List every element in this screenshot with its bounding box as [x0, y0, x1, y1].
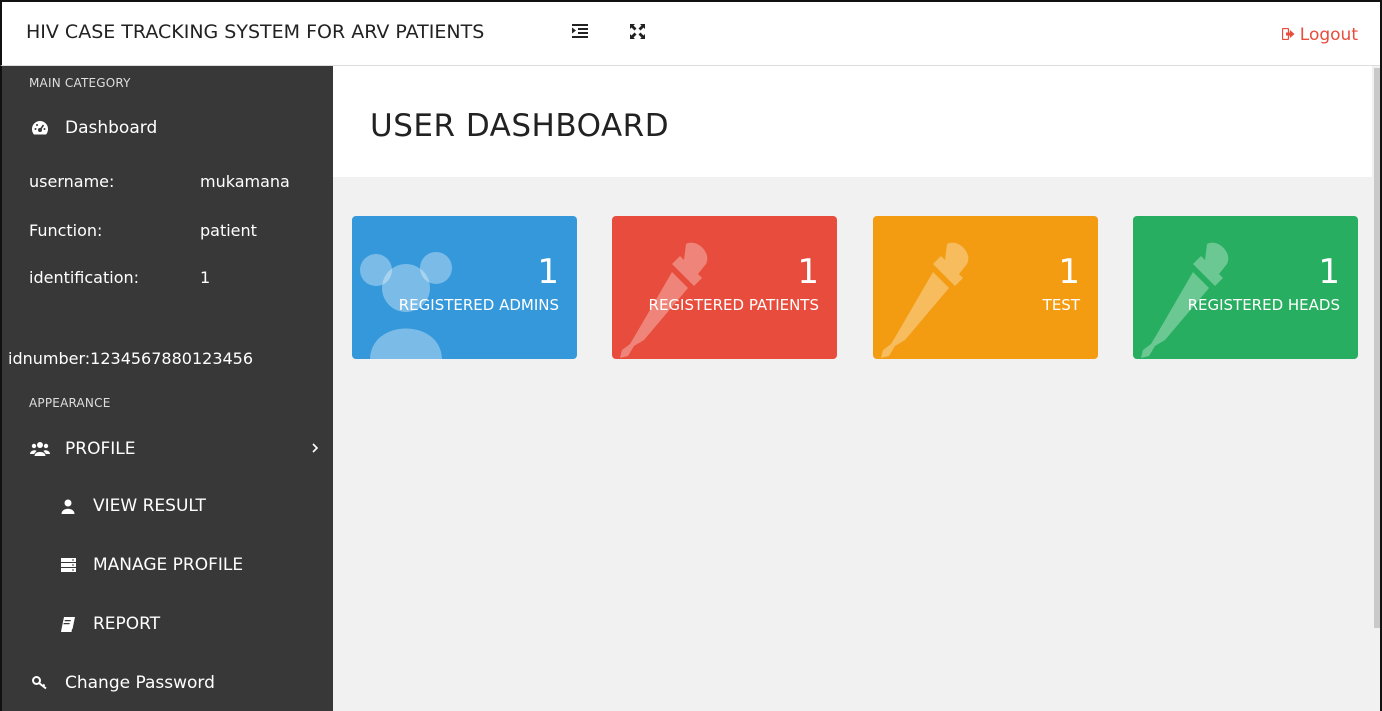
book-icon — [57, 613, 79, 635]
function-value: patient — [200, 221, 257, 240]
sidebar-item-profile[interactable]: PROFILE — [2, 427, 333, 471]
sidebar-item-view-result[interactable]: VIEW RESULT — [2, 484, 333, 528]
card-value: 1 — [1058, 252, 1080, 292]
top-bar: HIV CASE TRACKING SYSTEM FOR ARV PATIENT… — [0, 0, 1382, 66]
page-header: USER DASHBOARD — [333, 66, 1372, 177]
sidebar-item-label: MANAGE PROFILE — [93, 555, 244, 575]
appearance-heading: APPEARANCE — [29, 396, 111, 410]
key-icon — [29, 672, 51, 694]
app-title: HIV CASE TRACKING SYSTEM FOR ARV PATIENT… — [26, 21, 485, 43]
card-label: REGISTERED PATIENTS — [648, 296, 819, 314]
logout-button[interactable]: Logout — [1281, 25, 1358, 45]
sidebar: MAIN CATEGORY Dashboard username: mukama… — [0, 66, 333, 711]
identification-value: 1 — [200, 268, 211, 287]
card-registered-heads[interactable]: 1 REGISTERED HEADS — [1133, 216, 1358, 359]
card-test[interactable]: 1 TEST — [873, 216, 1098, 359]
function-row: Function: patient — [29, 221, 319, 240]
card-registered-patients[interactable]: 1 REGISTERED PATIENTS — [612, 216, 837, 359]
card-value: 1 — [797, 252, 819, 292]
sign-out-icon — [1281, 25, 1295, 45]
sidebar-item-label: Dashboard — [65, 118, 158, 138]
sidebar-item-manage-profile[interactable]: MANAGE PROFILE — [2, 543, 333, 587]
sidebar-item-dashboard[interactable]: Dashboard — [2, 106, 333, 150]
eyedropper-icon — [881, 242, 969, 358]
sidebar-item-report[interactable]: REPORT — [2, 602, 333, 646]
indent-icon[interactable] — [569, 20, 591, 42]
idnumber-text: idnumber:1234567880123456 — [8, 349, 254, 368]
users-icon — [29, 438, 51, 460]
identification-label: identification: — [29, 268, 140, 287]
username-label: username: — [29, 172, 115, 191]
sidebar-item-change-password[interactable]: Change Password — [2, 661, 333, 705]
card-registered-admins[interactable]: 1 REGISTERED ADMINS — [352, 216, 577, 359]
username-row: username: mukamana — [29, 172, 319, 191]
sidebar-item-label: Change Password — [65, 673, 215, 693]
username-value: mukamana — [200, 172, 290, 191]
function-label: Function: — [29, 221, 103, 240]
main-category-heading: MAIN CATEGORY — [29, 76, 131, 90]
server-icon — [57, 554, 79, 576]
card-label: TEST — [1042, 296, 1080, 314]
logout-label: Logout — [1299, 25, 1358, 45]
card-value: 1 — [537, 252, 559, 292]
card-value: 1 — [1318, 252, 1340, 292]
page-title: USER DASHBOARD — [370, 108, 670, 144]
expand-icon[interactable] — [626, 20, 648, 42]
card-label: REGISTERED ADMINS — [398, 296, 559, 314]
sidebar-item-label: PROFILE — [65, 439, 136, 459]
dashboard-icon — [29, 117, 51, 139]
sidebar-item-label: VIEW RESULT — [93, 496, 206, 516]
sidebar-item-label: REPORT — [93, 614, 161, 634]
chevron-right-icon — [311, 439, 319, 459]
user-icon — [57, 495, 79, 517]
card-label: REGISTERED HEADS — [1187, 296, 1340, 314]
identification-row: identification: 1 — [29, 268, 319, 287]
